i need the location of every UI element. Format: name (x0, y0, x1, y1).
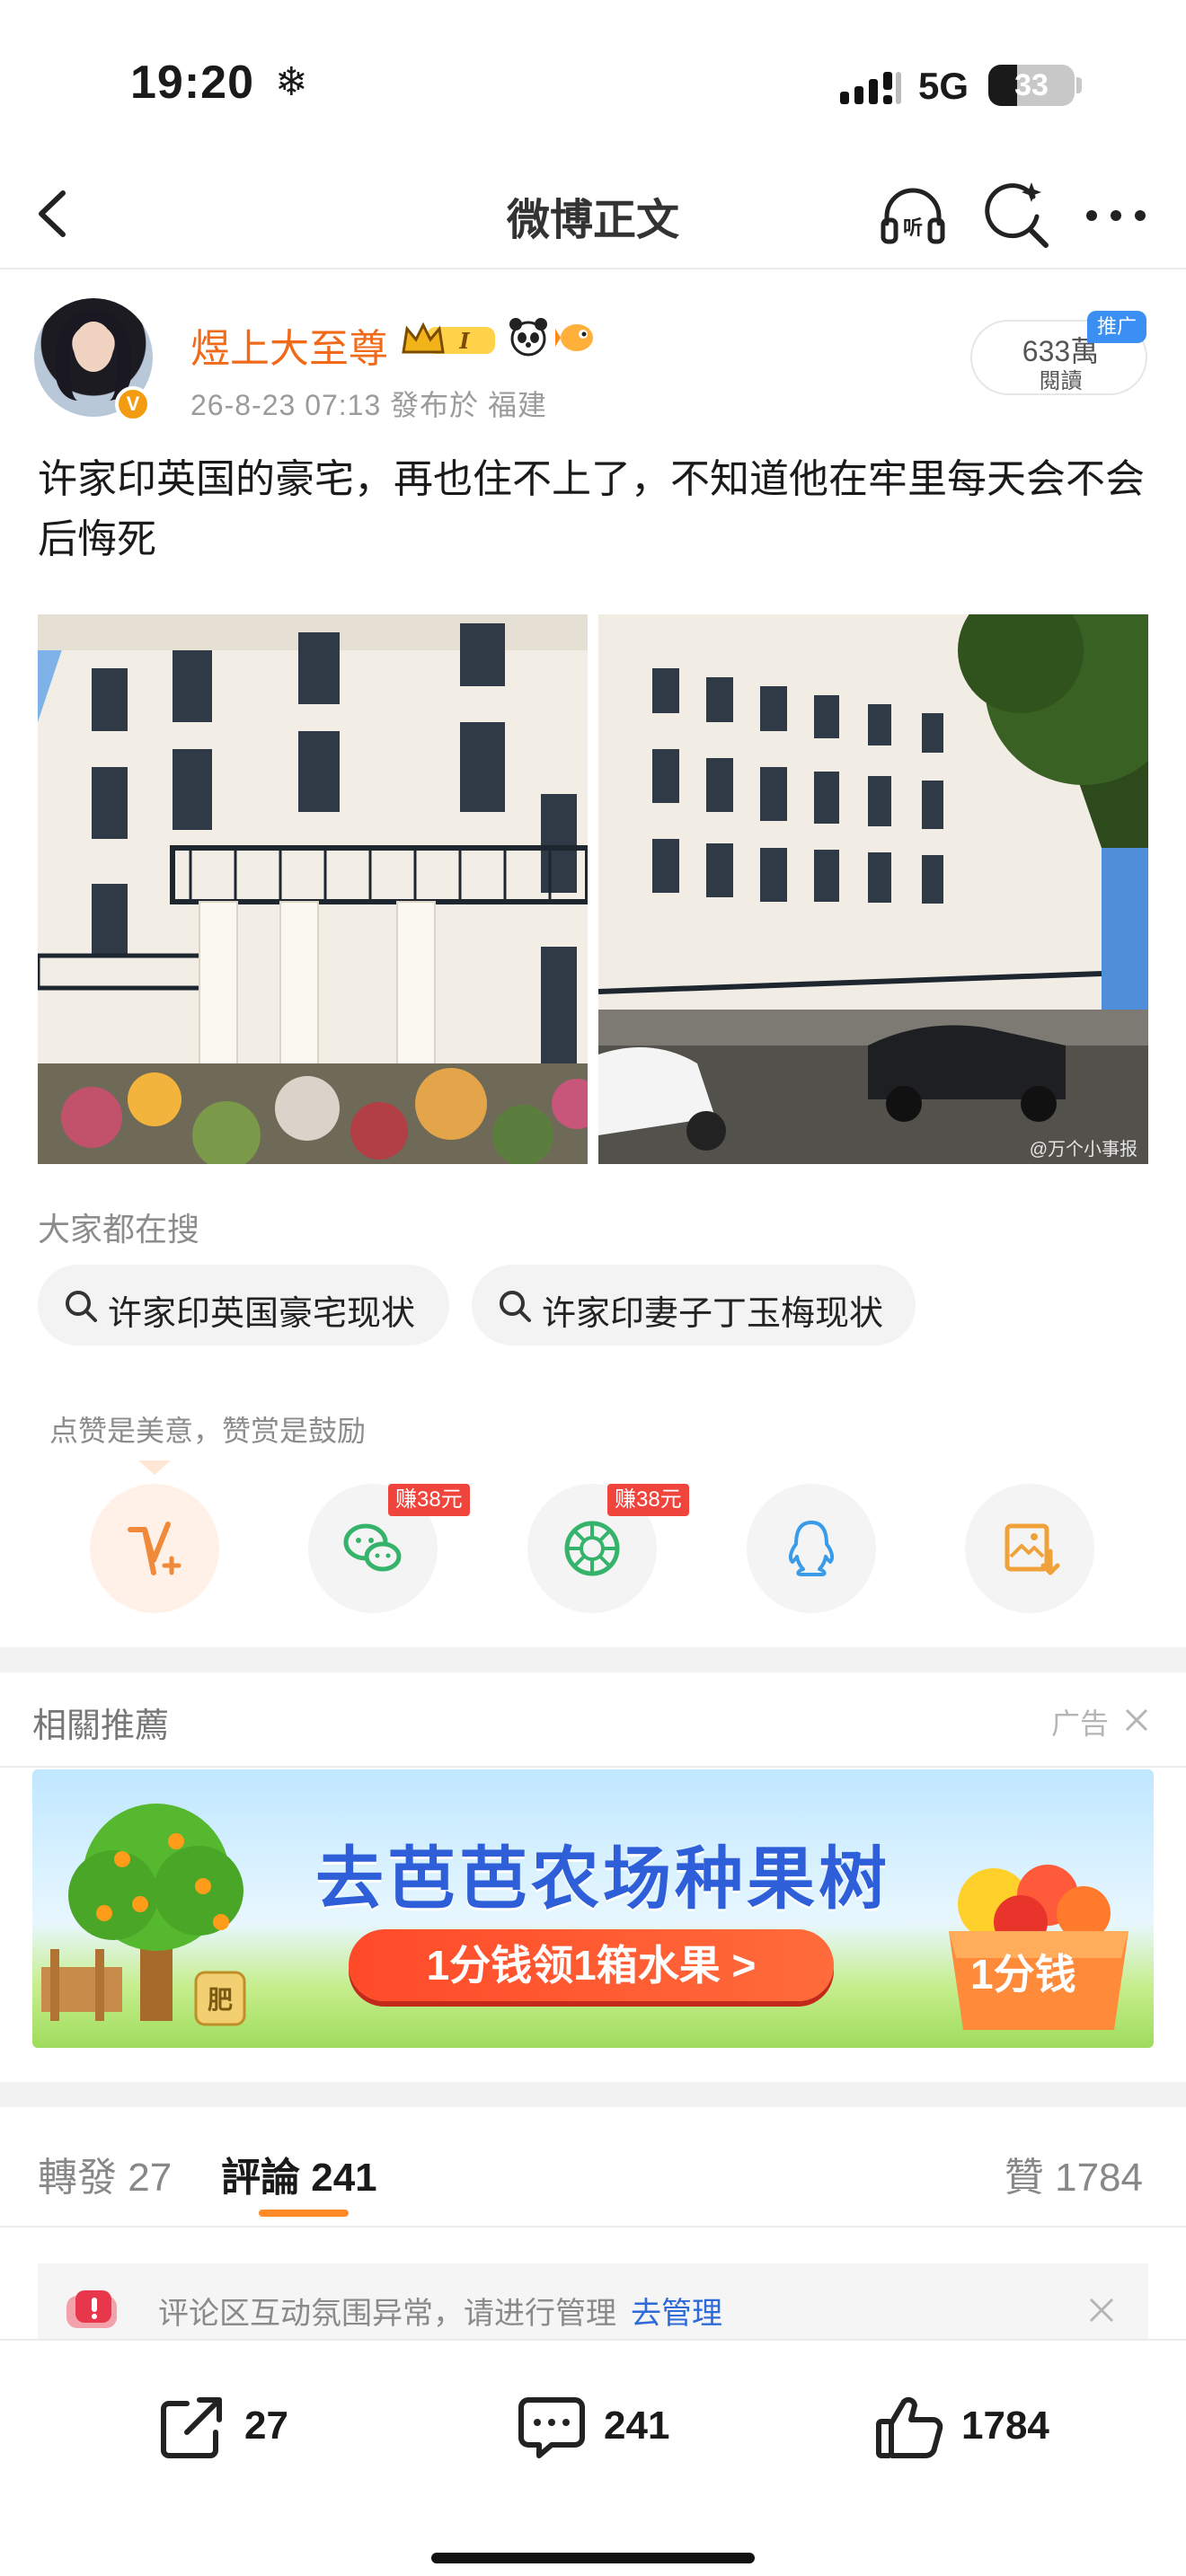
reward-text: 点赞是美意，赞赏是鼓励 (49, 1415, 367, 1447)
save-image-button[interactable] (965, 1484, 1094, 1613)
reward-button[interactable] (90, 1484, 219, 1613)
qq-icon (788, 1521, 835, 1576)
verified-badge-icon: V (115, 386, 151, 422)
promo-tag: 推广 (1087, 311, 1146, 343)
post-image-1[interactable] (38, 614, 588, 1164)
avatar-face (74, 322, 113, 372)
status-time: 19:20 (130, 57, 254, 109)
post-meta: 26-8-23 07:13 發布於 福建 (190, 389, 548, 421)
moments-icon (564, 1521, 620, 1576)
section-divider (0, 1647, 1186, 1672)
snowflake-icon: ❄ (275, 60, 308, 104)
bottom-action-bar: 27 241 1784 (0, 2339, 1186, 2576)
more-dots-icon[interactable] (1083, 193, 1150, 238)
home-indicator[interactable] (431, 2553, 755, 2563)
tab-comment-label: 評論 (221, 2156, 300, 2200)
tab-active-indicator (259, 2210, 349, 2217)
post-text: 许家印英国的豪宅，再也住不上了，不知道他在牢里每天会不会后悔死 (38, 457, 1145, 561)
reward-pointer (138, 1460, 171, 1475)
fish-icon (555, 324, 593, 351)
like-count: 1784 (961, 2404, 1049, 2448)
network-type: 5G (918, 65, 969, 107)
close-icon[interactable] (1123, 1707, 1150, 1734)
tab-like[interactable]: 贊 1784 (1005, 2145, 1143, 2202)
fruit-box-icon (949, 1865, 1128, 2030)
mansion-photo-1 (38, 614, 588, 1164)
tab-like-label: 贊 (1004, 2156, 1044, 2200)
tab-divider (0, 2226, 1186, 2228)
mansion-photo-2 (598, 614, 1148, 1164)
battery-icon: 33 (988, 65, 1075, 106)
badge-text: I (458, 328, 470, 354)
save-image-icon (1005, 1523, 1060, 1575)
search-icon (500, 1291, 531, 1322)
related-title: 相關推薦 (32, 1707, 170, 1745)
wechat-icon (343, 1523, 402, 1572)
repost-count: 27 (244, 2404, 288, 2448)
battery-level: 33 (1014, 68, 1049, 102)
ad-price: 1分钱 (970, 1951, 1076, 1998)
battery-nub (1076, 77, 1082, 93)
ad-cta-button[interactable]: 1分钱领1箱水果 > (349, 1929, 834, 2001)
tab-repost-label: 轉發 (38, 2156, 117, 2200)
search-chip[interactable]: 许家印妻子丁玉梅现状 (472, 1265, 916, 1345)
warning-tag-icon (66, 2290, 117, 2328)
signal-icon (840, 72, 901, 104)
panda-icon (509, 318, 547, 357)
close-icon[interactable] (1085, 2294, 1118, 2326)
tab-comment-count: 241 (311, 2156, 377, 2200)
earn-badge: 赚38元 (607, 1484, 689, 1516)
related-line (0, 1766, 1186, 1768)
search-sparkle-icon[interactable] (981, 177, 1051, 251)
tab-repost[interactable]: 轉發 27 (38, 2145, 172, 2202)
read-label: 閱讀 (1039, 369, 1083, 393)
image-watermark: @万个小事报 (1029, 1140, 1137, 1160)
username[interactable]: 煜上大至尊 (190, 316, 388, 374)
ad-banner[interactable]: 肥 去芭芭农场种果树 1分钱领1箱水果 > 1分钱 (32, 1769, 1154, 2048)
search-icon (66, 1291, 97, 1322)
search-chip[interactable]: 许家印英国豪宅现状 (38, 1265, 449, 1345)
comment-count: 241 (604, 2404, 670, 2448)
post-image-2[interactable]: @万个小事报 (598, 614, 1148, 1164)
tree-sign: 肥 (208, 1985, 233, 2015)
notice-message: 评论区互动氛围异常，请进行管理 (158, 2297, 616, 2331)
status-bar: 19:20 ❄ 5G 33 (0, 0, 1186, 157)
earn-badge: 赚38元 (388, 1484, 470, 1516)
section-divider (0, 2082, 1186, 2107)
notice-text: 评论区互动氛围异常，请进行管理 去管理 (158, 2289, 722, 2333)
nav-bar: 微博正文 听 (0, 157, 1186, 269)
ad-label: 广告 (1051, 1707, 1110, 1740)
fruit-tree-icon: 肥 (41, 1804, 246, 2026)
thumbs-up-icon (876, 2396, 943, 2458)
trending-search-heading: 大家都在搜 (38, 1211, 200, 1248)
listen-headphones-icon[interactable]: 听 (876, 177, 950, 251)
tab-like-count: 1784 (1055, 2156, 1143, 2200)
crown-member-badge-icon[interactable]: I (400, 320, 500, 359)
comment-icon (518, 2397, 585, 2458)
search-chip-label: 许家印妻子丁玉梅现状 (542, 1295, 884, 1333)
tab-repost-count: 27 (128, 2156, 173, 2200)
search-chip-label: 许家印英国豪宅现状 (108, 1295, 416, 1333)
manage-link[interactable]: 去管理 (631, 2297, 722, 2331)
svg-text:听: 听 (903, 217, 923, 240)
repost-icon (161, 2397, 222, 2458)
tab-comment[interactable]: 評論 241 (221, 2145, 377, 2202)
ad-headline: 去芭芭农场种果树 (315, 1841, 890, 1918)
v-plus-reward-icon (128, 1522, 181, 1575)
share-qq-button[interactable] (747, 1484, 876, 1613)
